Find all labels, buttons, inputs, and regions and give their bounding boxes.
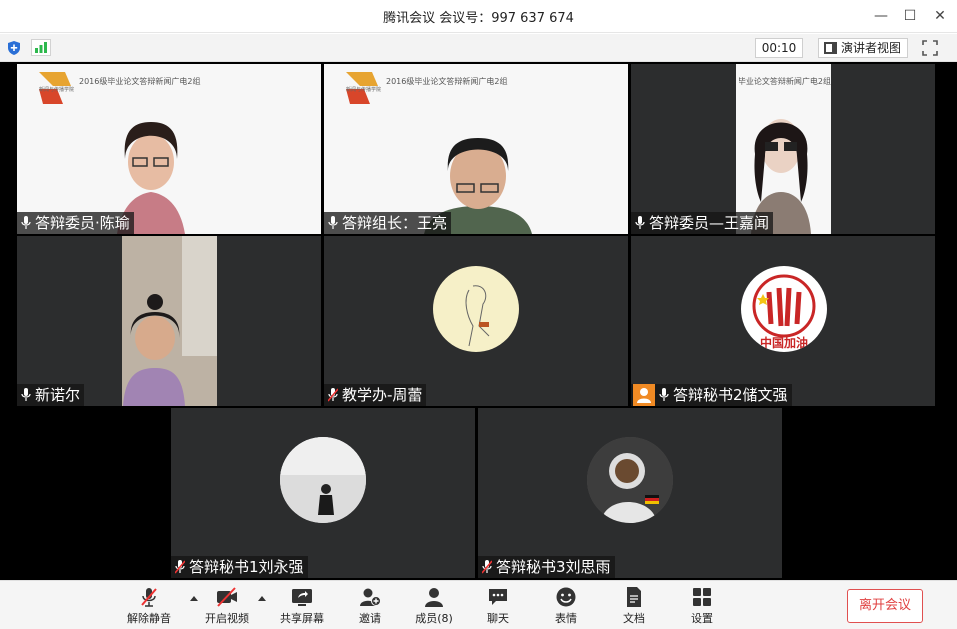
participant-name-text: 答辩组长：王亮: [342, 214, 448, 232]
video-tile[interactable]: 答辩秘书3刘思雨: [478, 408, 782, 578]
members-button[interactable]: 成员(8): [404, 586, 464, 626]
mic-muted-icon: [482, 560, 492, 574]
settings-button[interactable]: 设置: [672, 586, 732, 626]
participant-video: [631, 64, 935, 234]
grid-settings-icon: [693, 588, 711, 606]
status-bar: 00:10 演讲者视图: [0, 34, 957, 62]
close-button[interactable]: ✕: [929, 6, 951, 26]
start-video-button[interactable]: 开启视频: [197, 586, 257, 626]
avatar-logo-text: 中国加油: [759, 336, 808, 350]
layout-icon: [824, 42, 837, 54]
meeting-timer: 00:10: [755, 38, 803, 58]
participant-name-text: 答辩秘书3刘思雨: [496, 558, 611, 576]
video-tile[interactable]: 答辩秘书1刘永强: [171, 408, 475, 578]
settings-label: 设置: [691, 612, 713, 625]
participant-name-text: 答辩委员·陈瑜: [35, 214, 130, 232]
mic-icon: [659, 388, 669, 401]
slide-school: 新闻与传播学院: [39, 87, 75, 93]
mic-icon: [635, 216, 645, 229]
participant-name-text: 答辩秘书2储文强: [673, 386, 788, 404]
emoji-button[interactable]: 表情: [536, 586, 596, 626]
avatar: 中国加油: [741, 266, 827, 352]
mic-muted-icon: [141, 588, 157, 607]
unmute-button[interactable]: 解除静音: [119, 586, 179, 626]
participant-name-text: 答辩委员—王嘉闻: [649, 214, 770, 232]
participant-name-text: 新诺尔: [35, 386, 81, 404]
participant-name: 答辩组长：王亮: [324, 212, 452, 234]
video-tile[interactable]: 2016级毕业论文答辩新闻广电2组 新闻与传播学院 答辩组长：王亮: [324, 64, 628, 234]
chat-button[interactable]: 聊天: [468, 586, 528, 626]
meeting-toolbar: 解除静音 开启视频 共享屏幕 邀请 成员(8) 聊天 表情 文档 设置 离开会议: [0, 580, 957, 629]
video-tile[interactable]: 教学办-周蕾: [324, 236, 628, 406]
fullscreen-icon[interactable]: [921, 39, 939, 57]
invite-button[interactable]: 邀请: [340, 586, 400, 626]
camera-off-icon: [217, 587, 237, 607]
video-tile[interactable]: 中国加油 答辩秘书2储文强: [631, 236, 935, 406]
docs-label: 文档: [623, 612, 645, 625]
avatar: [280, 437, 366, 523]
mic-icon: [328, 216, 338, 229]
window-title: 腾讯会议 会议号：997 637 674: [383, 11, 574, 26]
video-tile[interactable]: 新诺尔: [17, 236, 321, 406]
minimize-button[interactable]: —: [870, 6, 892, 26]
avatar: [433, 266, 519, 352]
video-tile[interactable]: 2016级毕业论文答辩新闻广电2组 答辩委员—王嘉闻: [631, 64, 935, 234]
mic-icon: [21, 216, 31, 229]
docs-button[interactable]: 文档: [604, 586, 664, 626]
user-icon: [633, 384, 655, 406]
video-tile[interactable]: 2016级毕业论文答辩新闻广电2组 新闻与传播学院 答辩委员·陈瑜: [17, 64, 321, 234]
maximize-button[interactable]: ☐: [899, 6, 921, 26]
video-grid: 2016级毕业论文答辩新闻广电2组 新闻与传播学院 答辩委员·陈瑜 2016级毕…: [0, 62, 957, 580]
network-signal-icon[interactable]: [31, 39, 51, 56]
start-video-label: 开启视频: [205, 612, 249, 625]
emoji-label: 表情: [555, 612, 577, 625]
add-user-icon: [360, 588, 381, 606]
avatar: [587, 437, 673, 523]
participant-name-text: 答辩秘书1刘永强: [189, 558, 304, 576]
unmute-label: 解除静音: [127, 612, 171, 625]
slide-heading: 2016级毕业论文答辩新闻广电2组: [739, 77, 831, 86]
document-icon: [627, 587, 641, 607]
video-options-arrow[interactable]: [258, 596, 266, 601]
chat-label: 聊天: [487, 612, 509, 625]
smiley-icon: [556, 587, 576, 607]
shield-icon[interactable]: [6, 40, 22, 56]
share-screen-icon: [292, 589, 312, 606]
participant-name: 答辩秘书3刘思雨: [478, 556, 615, 578]
participant-name-text: 教学办-周蕾: [342, 386, 423, 404]
share-screen-label: 共享屏幕: [280, 612, 324, 625]
title-bar: 腾讯会议 会议号：997 637 674 — ☐ ✕: [0, 0, 957, 33]
invite-label: 邀请: [359, 612, 381, 625]
slide-heading: 2016级毕业论文答辩新闻广电2组: [79, 77, 201, 86]
share-screen-button[interactable]: 共享屏幕: [272, 586, 332, 626]
leave-meeting-button[interactable]: 离开会议: [847, 589, 923, 623]
chat-icon: [489, 589, 507, 605]
slide-heading: 2016级毕业论文答辩新闻广电2组: [386, 77, 508, 86]
participant-video: [17, 236, 321, 406]
mic-icon: [21, 388, 31, 401]
speaker-view-label: 演讲者视图: [841, 41, 902, 55]
user-icon: [425, 588, 443, 607]
speaker-view-button[interactable]: 演讲者视图: [818, 38, 908, 58]
members-label: 成员(8): [415, 612, 453, 625]
participant-name: 答辩委员·陈瑜: [17, 212, 134, 234]
mic-muted-icon: [175, 560, 185, 574]
slide-school: 新闻与传播学院: [346, 87, 382, 93]
mic-muted-icon: [328, 388, 338, 402]
participant-name: 新诺尔: [17, 384, 85, 406]
participant-name: 答辩秘书2储文强: [631, 384, 792, 406]
participant-name: 答辩秘书1刘永强: [171, 556, 308, 578]
participant-name: 答辩委员—王嘉闻: [631, 212, 774, 234]
participant-name: 教学办-周蕾: [324, 384, 427, 406]
